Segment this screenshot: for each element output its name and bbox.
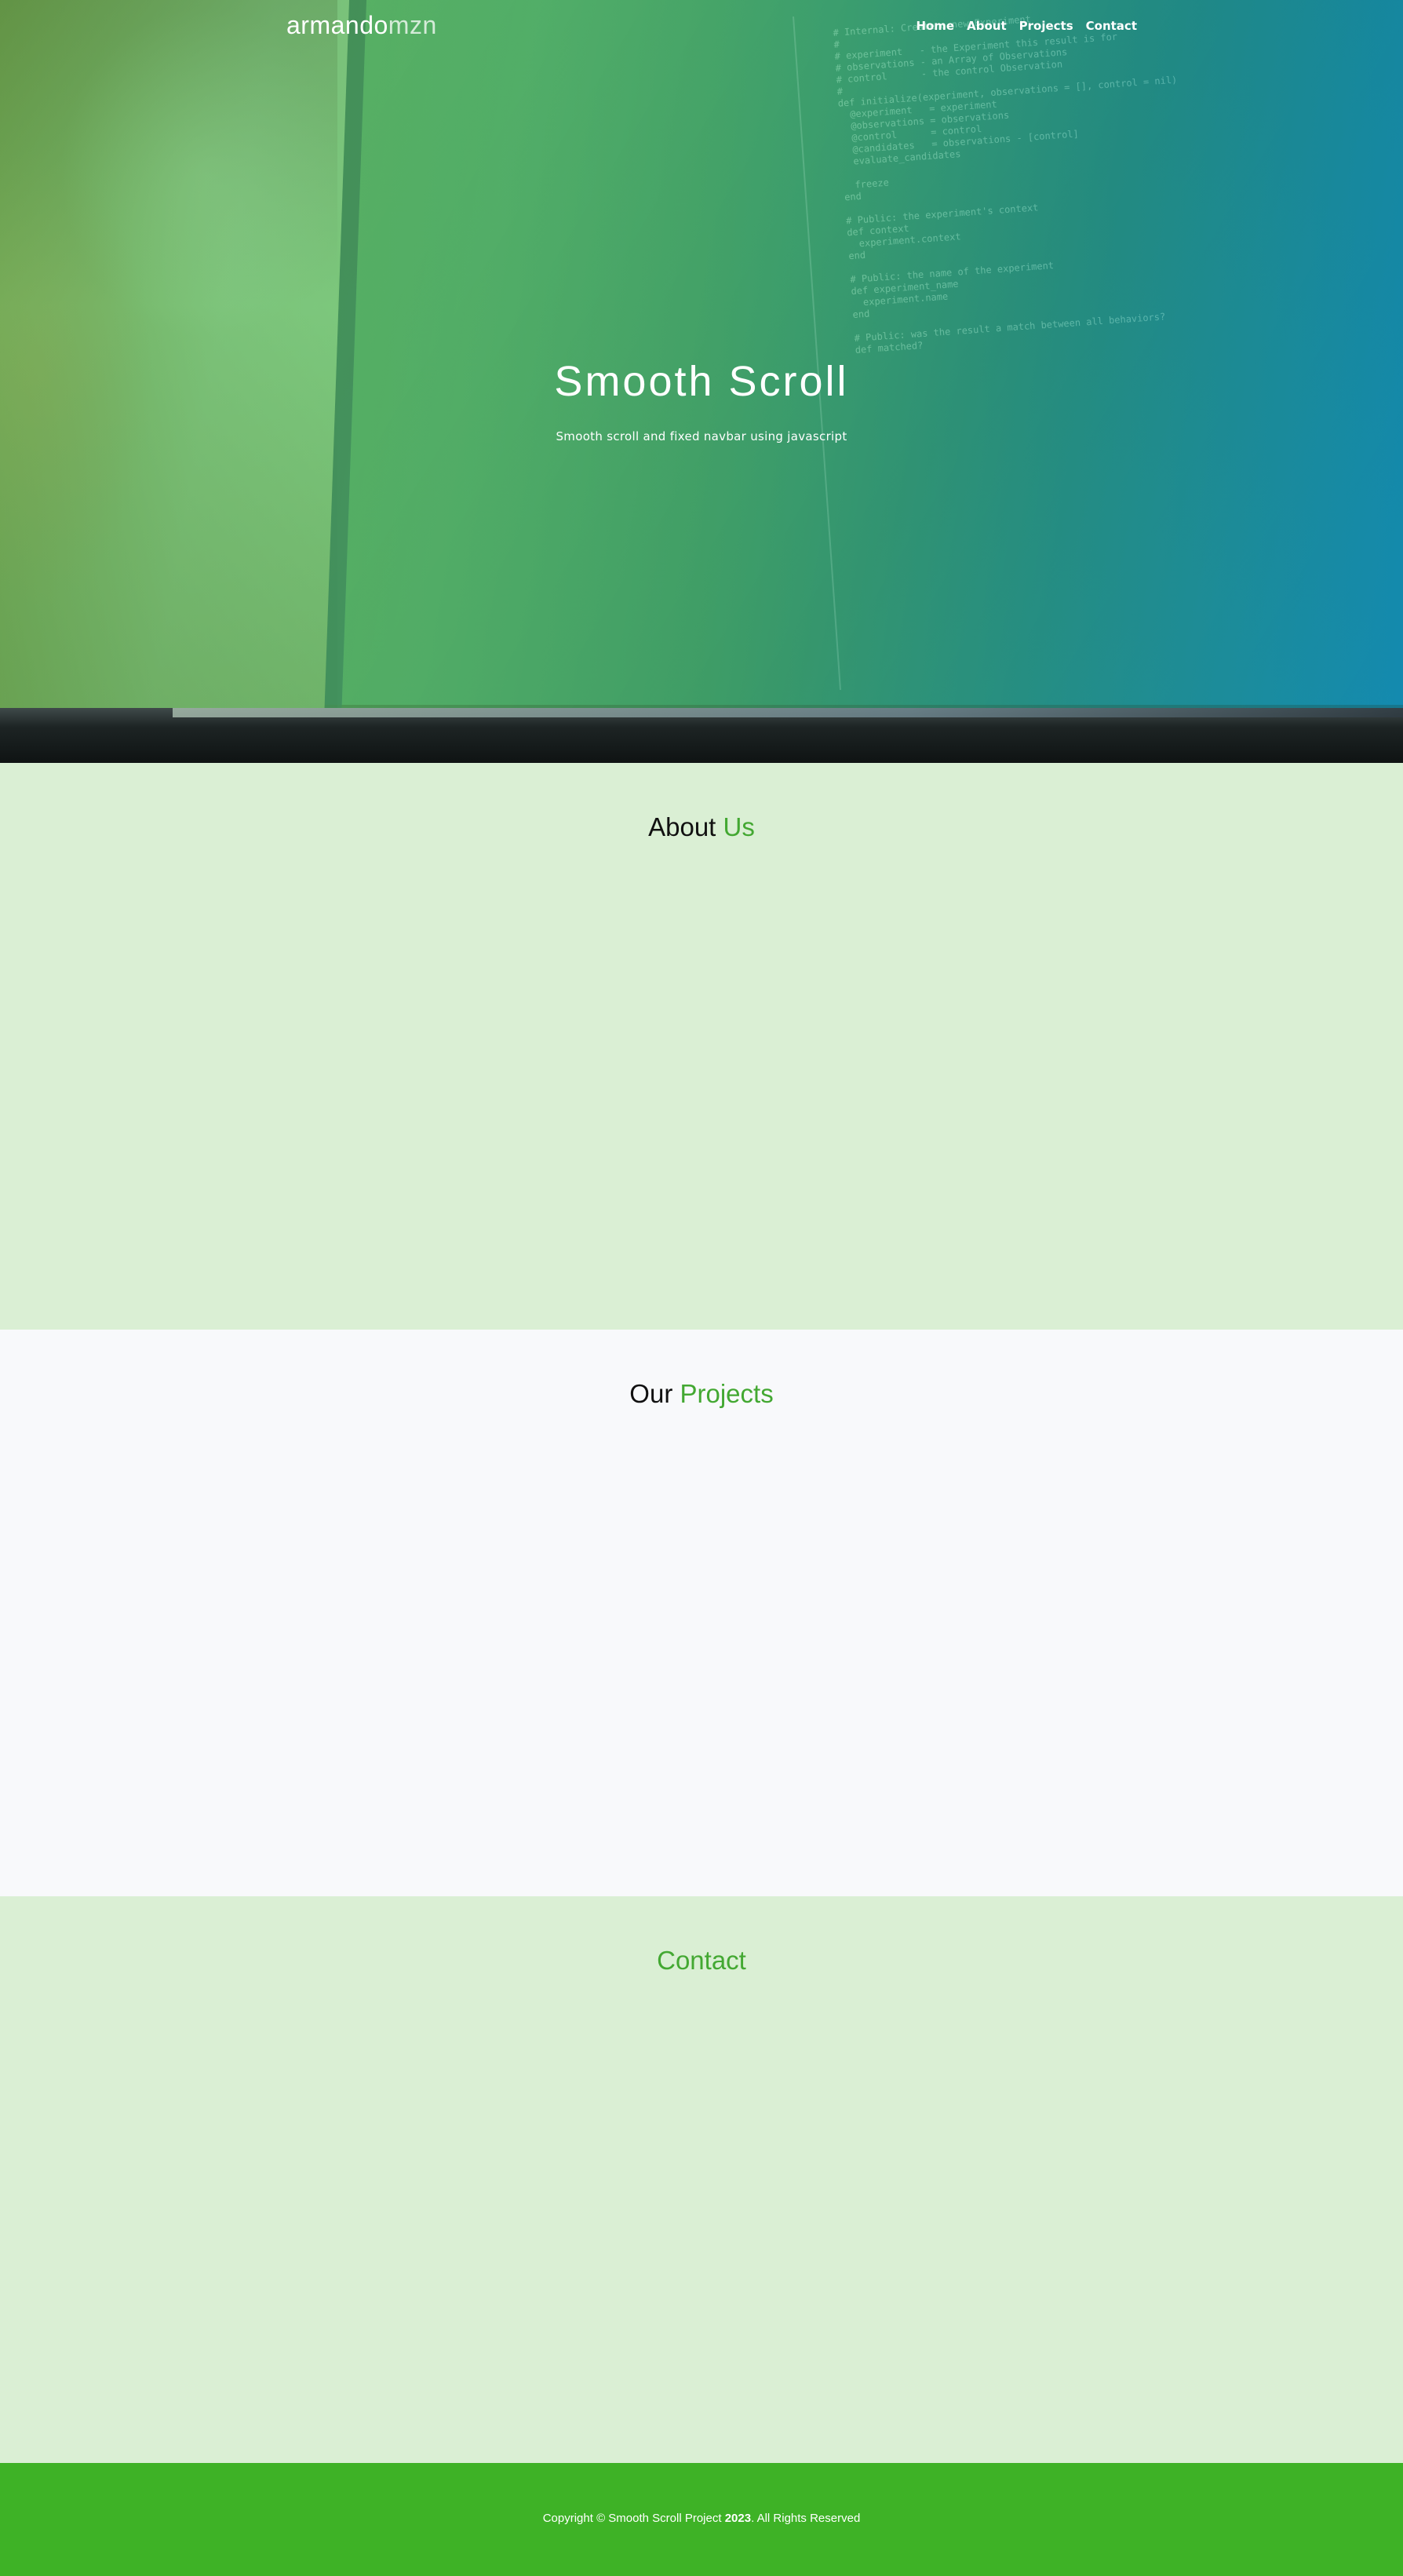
hero-title: Smooth Scroll [554,358,849,405]
brand-name-bold: armando [286,11,388,39]
navbar: armandomzn Home About Projects Contact [0,0,1403,55]
nav-link-projects[interactable]: Projects [1019,19,1073,33]
about-section: About Us [0,763,1403,1330]
hero-section: # Internal: Create a new Experiment # # … [0,0,1403,763]
brand-name-light: mzn [388,11,437,39]
footer-copyright: Copyright © Smooth Scroll Project 2023. … [0,2463,1403,2525]
projects-heading-accent: Projects [680,1379,774,1408]
nav-links: Home About Projects Contact [916,19,1137,33]
footer-copyright-prefix: Copyright © Smooth Scroll Project [542,2512,725,2525]
hero-color-overlay [0,0,1403,708]
nav-link-about[interactable]: About [967,19,1007,33]
nav-link-contact[interactable]: Contact [1086,19,1137,33]
about-heading: About Us [0,763,1403,842]
brand-logo[interactable]: armandomzn [286,11,437,40]
footer: Copyright © Smooth Scroll Project 2023. … [0,2463,1403,2576]
projects-section: Our Projects [0,1330,1403,1896]
about-heading-accent: Us [723,812,755,841]
hero-content: Smooth Scroll Smooth scroll and fixed na… [0,357,1403,443]
projects-heading-plain: Our [629,1379,680,1408]
contact-heading: Contact [0,1896,1403,1976]
contact-section: Contact [0,1896,1403,2463]
footer-copyright-year: 2023 [724,2512,752,2525]
projects-heading: Our Projects [0,1330,1403,1409]
contact-heading-accent: Contact [657,1946,746,1975]
hero-subtitle: Smooth scroll and fixed navbar using jav… [556,429,847,443]
laptop-base-image [0,708,1403,763]
footer-copyright-suffix: . All Rights Reserved [751,2512,861,2525]
nav-link-home[interactable]: Home [916,19,954,33]
about-heading-plain: About [648,812,723,841]
